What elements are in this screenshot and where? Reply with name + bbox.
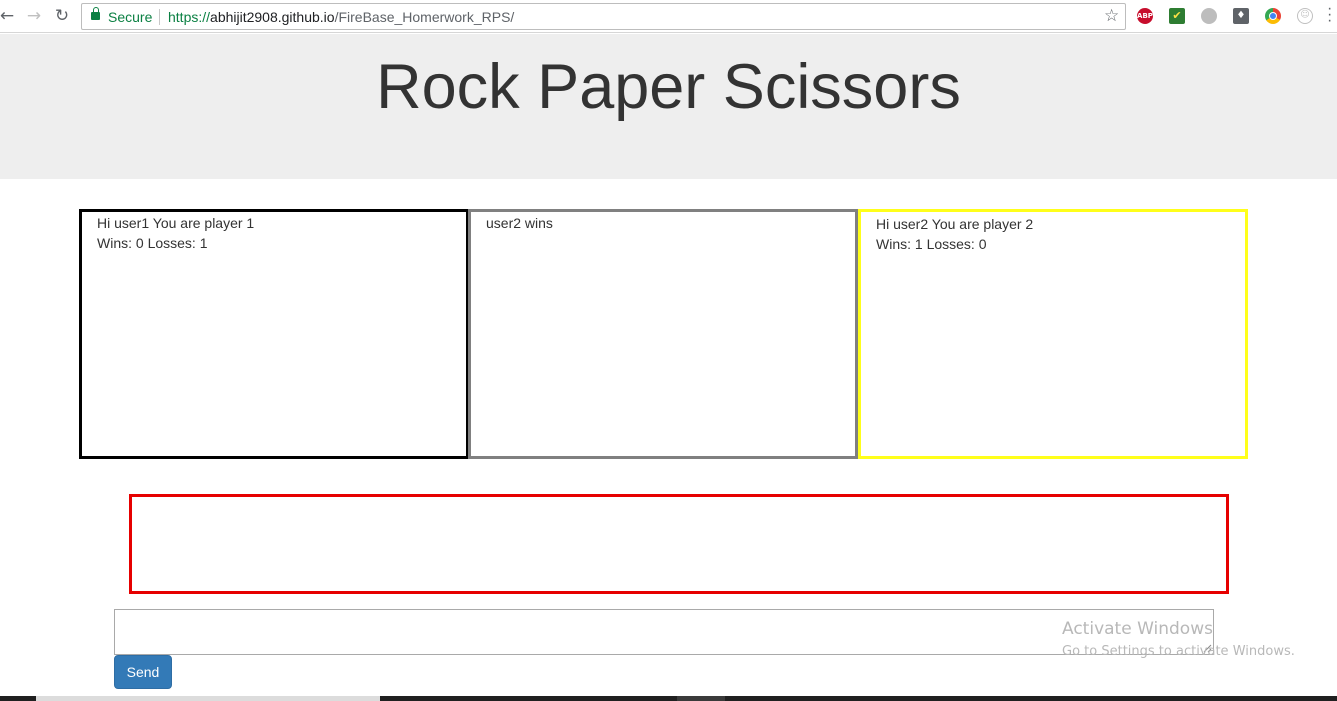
lock-icon [91, 7, 100, 20]
browser-menu-icon[interactable]: · · · [1327, 1, 1332, 29]
checkbox-extension-icon[interactable]: ✔ [1169, 8, 1185, 24]
reload-icon[interactable]: ↻ [50, 4, 74, 28]
page-title: Rock Paper Scissors [376, 52, 961, 122]
player1-panel: Hi user1 You are player 1 Wins: 0 Losses… [79, 209, 469, 459]
player1-stats: Wins: 0 Losses: 1 [97, 235, 208, 251]
bulb-extension-icon[interactable]: ♦ [1233, 8, 1249, 24]
circle-extension-icon[interactable] [1201, 8, 1217, 24]
player2-panel: Hi user2 You are player 2 Wins: 1 Losses… [858, 209, 1248, 459]
address-bar[interactable]: Secure https://abhijit2908.github.io/Fir… [81, 3, 1126, 30]
chat-log [129, 494, 1229, 594]
chrome-extension-icon[interactable] [1265, 8, 1281, 24]
watermark-title: Activate Windows [1062, 619, 1213, 639]
header-banner: Rock Paper Scissors [0, 34, 1337, 179]
player2-stats: Wins: 1 Losses: 0 [876, 236, 987, 252]
result-panel: user2 wins [468, 209, 858, 459]
activate-windows-watermark: Activate Windows Go to Settings to activ… [1062, 619, 1295, 659]
bookmark-star-icon[interactable]: ☆ [1104, 6, 1119, 26]
chat-input[interactable] [114, 609, 1214, 655]
adblock-plus-icon[interactable]: ABP [1137, 8, 1153, 24]
url-scheme: https:// [168, 9, 211, 25]
back-arrow-icon[interactable]: ← [0, 4, 19, 28]
player1-greeting: Hi user1 You are player 1 [97, 215, 255, 231]
send-button[interactable]: Send [114, 655, 172, 689]
taskbar-active-item[interactable] [36, 696, 380, 701]
url-host: abhijit2908.github.io [210, 9, 335, 25]
player2-greeting: Hi user2 You are player 2 [876, 216, 1034, 232]
secure-label: Secure [108, 9, 153, 25]
smile-extension-icon[interactable]: ☺ [1297, 8, 1313, 24]
browser-toolbar: ← → ↻ Secure https://abhijit2908.github.… [0, 0, 1337, 33]
watermark-subtitle: Go to Settings to activate Windows. [1062, 644, 1295, 659]
url-text[interactable]: https://abhijit2908.github.io/FireBase_H… [168, 9, 514, 25]
taskbar-item[interactable] [677, 696, 725, 701]
address-separator [159, 9, 160, 25]
result-text: user2 wins [486, 215, 553, 231]
forward-arrow-icon[interactable]: → [22, 4, 46, 28]
url-path: /FireBase_Homerwork_RPS/ [334, 9, 515, 25]
